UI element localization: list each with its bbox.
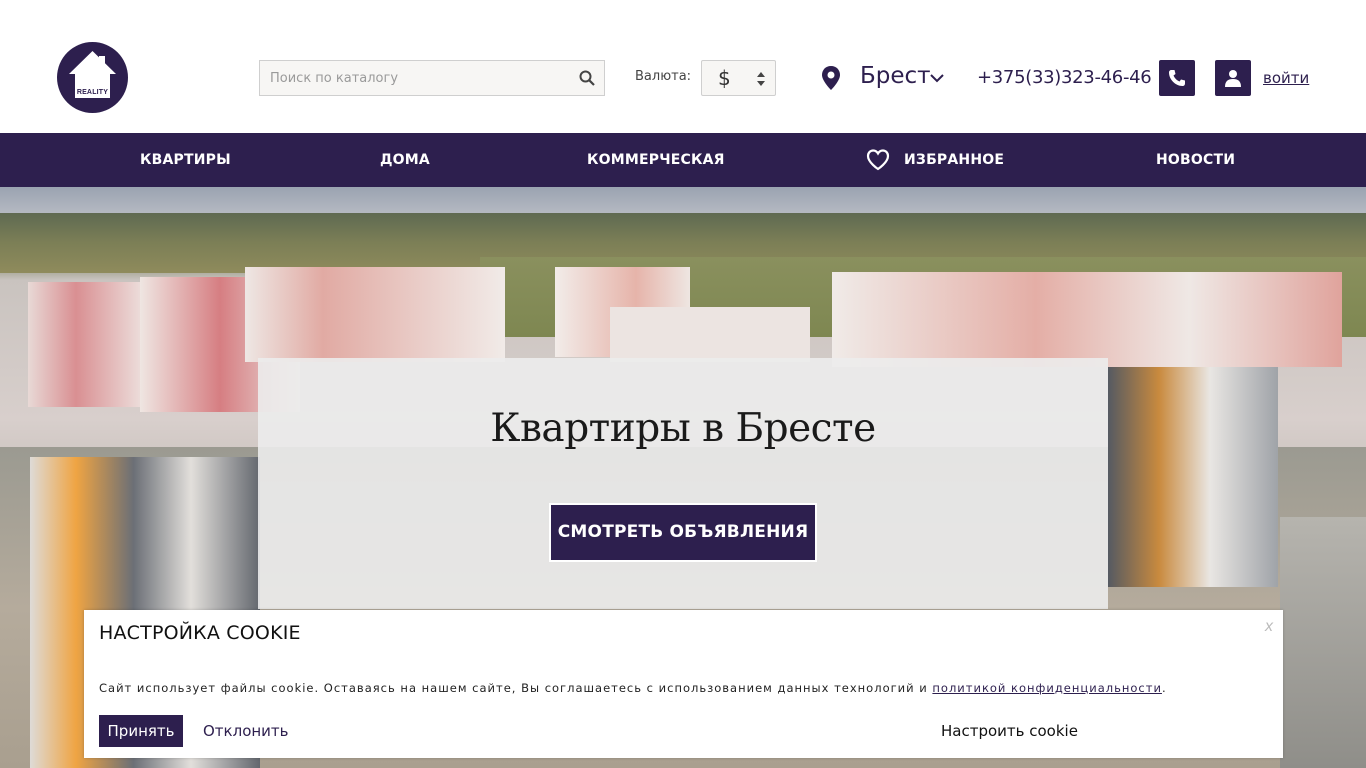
currency-label: Валюта: <box>635 69 692 84</box>
search-box <box>259 60 605 96</box>
nav-item-commercial[interactable]: КОММЕРЧЕСКАЯ <box>587 152 725 168</box>
building <box>1108 367 1278 587</box>
nav-item-apartments[interactable]: КВАРТИРЫ <box>140 152 231 168</box>
currency-value: $ <box>718 66 731 90</box>
user-icon <box>1225 70 1241 87</box>
hero-title: Квартиры в Бресте <box>490 406 876 451</box>
hero-overlay: Квартиры в Бресте СМОТРЕТЬ ОБЪЯВЛЕНИЯ <box>258 358 1108 609</box>
login-link[interactable]: войти <box>1263 69 1309 87</box>
chevron-down-icon[interactable] <box>930 73 944 83</box>
account-button[interactable] <box>1215 60 1251 96</box>
city-selector[interactable]: Брест <box>860 63 931 89</box>
cookie-text-end: . <box>1161 681 1167 695</box>
privacy-policy-link[interactable]: политикой конфиденциальности <box>932 681 1162 695</box>
nav-item-favorites[interactable]: ИЗБРАННОЕ <box>904 152 1004 168</box>
cookie-banner: НАСТРОЙКА COOKIE x Сайт использует файлы… <box>84 610 1283 758</box>
site-header: REALITY Валюта: $ Брест +375(33)323-46-4… <box>0 0 1366 133</box>
logo-text: REALITY <box>76 89 109 96</box>
select-arrows-icon <box>757 72 765 86</box>
phone-icon <box>1169 70 1185 86</box>
heart-icon[interactable] <box>866 149 890 171</box>
map-pin-icon <box>822 66 840 90</box>
cookie-text: Сайт использует файлы cookie. Оставаясь … <box>99 681 1167 695</box>
view-listings-button[interactable]: СМОТРЕТЬ ОБЪЯВЛЕНИЯ <box>549 503 817 562</box>
currency-select[interactable]: $ <box>701 60 776 96</box>
road <box>1280 517 1366 768</box>
cookie-close-button[interactable]: x <box>1265 618 1273 636</box>
nav-item-news[interactable]: НОВОСТИ <box>1156 152 1235 168</box>
cookie-text-main: Сайт использует файлы cookie. Оставаясь … <box>99 681 933 695</box>
nav-item-houses[interactable]: ДОМА <box>380 152 430 168</box>
phone-number[interactable]: +375(33)323-46-46 <box>977 67 1152 88</box>
building <box>610 307 810 362</box>
building <box>245 267 505 362</box>
search-input[interactable] <box>260 61 570 95</box>
building <box>832 272 1342 367</box>
call-button[interactable] <box>1159 60 1195 96</box>
main-nav: КВАРТИРЫ ДОМА КОММЕРЧЕСКАЯ ИЗБРАННОЕ НОВ… <box>0 133 1366 187</box>
search-icon[interactable] <box>579 70 595 86</box>
cookie-title: НАСТРОЙКА COOKIE <box>99 622 301 644</box>
building <box>28 282 148 407</box>
site-logo[interactable]: REALITY <box>57 42 128 113</box>
house-icon <box>69 51 116 98</box>
cookie-decline-button[interactable]: Отклонить <box>203 722 289 740</box>
cookie-accept-button[interactable]: Принять <box>99 715 183 747</box>
cookie-configure-button[interactable]: Настроить cookie <box>941 722 1078 740</box>
